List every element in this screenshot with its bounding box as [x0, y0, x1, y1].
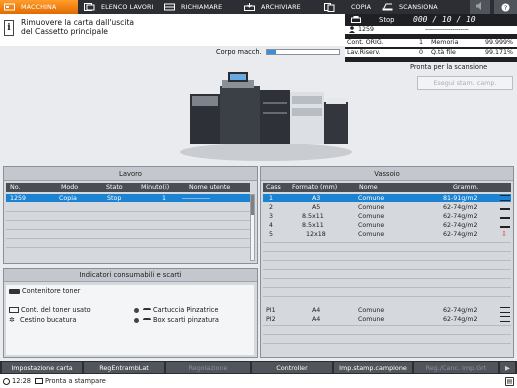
controller-button[interactable]: Controller	[252, 362, 332, 373]
tray-row-pi1[interactable]: PI1 A4 Comune 62-74g/m2	[263, 306, 511, 314]
user-icon	[349, 26, 355, 35]
printer-status-text: Pronta a stampare	[45, 377, 106, 385]
copy-icon	[324, 2, 335, 12]
tray-row-2[interactable]: 2 A5 Comune 62-74g/m2	[263, 203, 511, 211]
imp-stamp-campione-button[interactable]: Imp.stamp.campione	[334, 362, 412, 373]
tab-copia[interactable]: COPIA	[320, 0, 376, 14]
recall-icon	[164, 3, 175, 12]
speaker-button[interactable]	[470, 0, 490, 14]
speaker-icon	[475, 2, 485, 12]
col-no: No.	[10, 184, 21, 191]
col-cass: Cass	[266, 184, 281, 191]
toner-icon	[9, 288, 20, 294]
job-dashes: ----------------------	[425, 26, 469, 33]
lavoro-header: No. Modo Stato Minuto(i) Nome utente	[6, 183, 250, 192]
paper-level-icon	[500, 205, 510, 210]
col-formato: Formato (mm)	[292, 184, 338, 191]
paper-empty-icon: ⇩	[501, 230, 507, 238]
reg-entramb-lat-button[interactable]: RegEntrambLat	[84, 362, 164, 373]
memory-icon: ▤	[505, 377, 514, 386]
machine-icon	[4, 3, 15, 12]
info-icon: i	[4, 20, 14, 36]
regolazione-button[interactable]: Regolazione	[166, 362, 250, 373]
cartuccia-pinzatrice-item[interactable]: Cartuccia Pinzatrice	[134, 306, 219, 314]
staple-icon	[143, 318, 151, 322]
impostazione-carta-button[interactable]: Impostazione carta	[2, 362, 82, 373]
cont-orig-value: 1	[419, 39, 424, 46]
col-stato: Stato	[106, 184, 123, 191]
lav-riserv-value: 0	[419, 49, 424, 56]
tray-row-3[interactable]: 3 8.5x11 Comune 62-74g/m2	[263, 212, 511, 220]
cestino-bucatura-item[interactable]: ✲ Cestino bucatura	[9, 316, 76, 324]
qta-file-label: Q.tà file	[431, 49, 456, 56]
corpo-progress-bar	[266, 49, 340, 55]
reg-canc-imp-grt-button[interactable]: Reg./Canc. Imp.Grt	[414, 362, 498, 373]
printer-icon	[351, 16, 361, 25]
lavoro-scrollbar[interactable]	[250, 194, 255, 261]
tab-archiviare[interactable]: ARCHIVIARE	[240, 0, 318, 14]
printer-status-icon	[35, 378, 44, 384]
memoria-value: 99.999%	[485, 39, 514, 46]
tab-richiamare[interactable]: RICHIAMARE	[160, 0, 238, 14]
message-line-1: Rimuovere la carta dall'uscita	[21, 18, 135, 27]
help-button[interactable]: ?	[494, 0, 517, 14]
lav-riserv-label: Lav.Riserv.	[347, 49, 381, 56]
status-panel: Stop 000 / 10 / 10 1259 ----------------…	[345, 14, 517, 62]
tray-row-4[interactable]: 4 8.5x11 Comune 62-74g/m2	[263, 221, 511, 229]
cont-orig-label: Cont. ORIG.	[347, 39, 384, 46]
counter-display: 000 / 10 / 10	[413, 15, 476, 24]
scan-ready-text: Pronta per la scansione	[410, 63, 488, 71]
lavoro-title: Lavoro	[4, 167, 257, 181]
col-nome: Nome	[359, 184, 378, 191]
consumabili-title: Indicatori consumabili e scarti	[4, 269, 257, 282]
job-list-icon	[84, 3, 95, 12]
message-line-2: del Cassetto principale	[21, 27, 108, 36]
table-row[interactable]: 1259 Copia Stop 1 --------------	[6, 194, 250, 202]
next-page-button[interactable]: ▶	[500, 362, 515, 373]
tab-elenco-lavori[interactable]: ELENCO LAVORI	[80, 0, 158, 14]
svg-text:?: ?	[504, 4, 508, 12]
clock-icon	[3, 377, 10, 385]
paper-level-icon	[500, 316, 510, 322]
corpo-progress-fill	[267, 50, 276, 54]
machine-state: Stop	[379, 16, 395, 24]
job-id: 1259	[358, 26, 375, 33]
paper-level-icon	[500, 223, 510, 228]
col-nome-utente: Nome utente	[189, 184, 231, 191]
col-modo: Modo	[61, 184, 79, 191]
staple-icon	[143, 308, 151, 312]
contenitore-toner-item[interactable]: Contenitore toner	[9, 287, 80, 295]
sample-print-button[interactable]: Esegui stam. camp.	[417, 76, 513, 90]
paper-level-icon	[500, 307, 510, 313]
dot-icon	[134, 307, 139, 313]
lavoro-panel: Lavoro	[3, 166, 258, 264]
tray-row-1[interactable]: 1 A3 Comune 81-91g/m2	[263, 194, 511, 202]
qta-file-value: 99.171%	[485, 49, 514, 56]
box-scarti-item[interactable]: Box scarti pinzatura	[134, 316, 219, 324]
waste-toner-icon	[9, 307, 19, 313]
tab-macchina[interactable]: MACCHINA	[0, 0, 78, 14]
clock-time: 12:28	[12, 377, 32, 385]
toner-usato-item[interactable]: Cont. del toner usato	[9, 306, 91, 314]
vassoio-header: Cass Formato (mm) Nome Gramm.	[263, 183, 511, 192]
scan-icon	[382, 3, 393, 12]
status-bar-content: 12:28 Pronta a stampare	[3, 377, 106, 385]
col-gramm: Gramm.	[453, 184, 479, 191]
help-icon: ?	[501, 3, 510, 12]
chevron-right-icon: ▶	[505, 363, 510, 372]
tab-scansiona[interactable]: SCANSIONA	[378, 0, 456, 14]
vassoio-title: Vassoio	[261, 167, 513, 181]
punch-icon: ✲	[9, 316, 15, 324]
dot-icon	[134, 317, 139, 323]
paper-level-icon	[500, 195, 510, 201]
machine-illustration	[178, 62, 354, 162]
paper-level-icon	[500, 214, 510, 219]
corpo-label: Corpo macch.	[216, 48, 262, 56]
col-minuti: Minuto(i)	[141, 184, 170, 191]
memoria-label: Memoria	[431, 39, 459, 46]
archive-icon	[244, 3, 255, 12]
tray-row-5[interactable]: 5 12x18 Comune 62-74g/m2	[263, 230, 511, 238]
tray-row-pi2[interactable]: PI2 A4 Comune 62-74g/m2	[263, 315, 511, 323]
